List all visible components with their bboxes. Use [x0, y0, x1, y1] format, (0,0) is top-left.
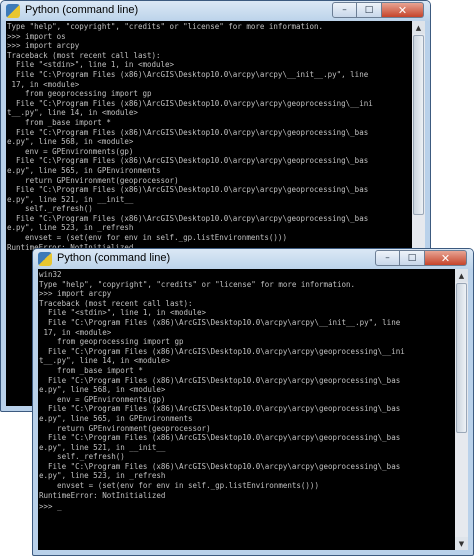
minimize-button[interactable]: –	[332, 2, 357, 18]
console-line: File "C:\Program Files (x86)\ArcGIS\Desk…	[16, 185, 369, 195]
console-output[interactable]: win32 Type "help", "copyright", "credits…	[38, 269, 455, 550]
console-line: from _base import *	[25, 117, 111, 127]
console-line: e.py", line 523, in _refresh	[7, 223, 134, 233]
window-controls: – □ ✕	[375, 250, 467, 266]
input-line[interactable]: >>> _	[38, 501, 455, 513]
prompt: >>>	[39, 502, 58, 512]
console-line: win32	[39, 270, 62, 279]
console-line: File "C:\Program Files (x86)\ArcGIS\Desk…	[48, 433, 401, 443]
close-button[interactable]: ✕	[382, 2, 424, 18]
console-line: Type "help", "copyright", "credits" or "…	[7, 22, 324, 31]
console-line: envset = (set(env for env in self._gp.li…	[25, 233, 287, 243]
console-line: File "C:\Program Files (x86)\ArcGIS\Desk…	[16, 98, 373, 108]
console-line: from geoprocessing import gp	[25, 89, 152, 99]
maximize-button[interactable]: □	[357, 2, 382, 18]
console-line: return GPEnvironment(geoprocessor)	[57, 423, 211, 433]
console-line: File "C:\Program Files (x86)\ArcGIS\Desk…	[16, 69, 369, 79]
console-line: File "C:\Program Files (x86)\ArcGIS\Desk…	[48, 375, 401, 385]
console-line: from geoprocessing import gp	[57, 337, 184, 347]
console-line: return GPEnvironment(geoprocessor)	[25, 175, 179, 185]
python-icon	[38, 252, 52, 266]
console-line: e.py", line 565, in GPEnvironments	[39, 413, 193, 423]
console-line: e.py", line 568, in <module>	[7, 137, 134, 147]
window-title: Python (command line)	[25, 4, 139, 16]
title-bar[interactable]: Python (command line) – □ ✕	[33, 249, 473, 269]
minimize-button[interactable]: –	[375, 250, 400, 266]
console-line: envset = (set(env for env in self._gp.li…	[57, 481, 319, 491]
close-button[interactable]: ✕	[425, 250, 467, 266]
console-line: File "C:\Program Files (x86)\ArcGIS\Desk…	[16, 156, 369, 166]
scroll-up-arrow-icon[interactable]: ▲	[455, 269, 468, 282]
console-line: e.py", line 568, in <module>	[39, 385, 166, 395]
vertical-scrollbar[interactable]: ▲ ▼	[455, 269, 468, 550]
maximize-button[interactable]: □	[400, 250, 425, 266]
console-line: self._refresh()	[25, 204, 93, 214]
console-line: Traceback (most recent call last):	[39, 298, 193, 308]
console-text: Type "help", "copyright", "credits" or "…	[6, 21, 412, 253]
console-line: self._refresh()	[57, 452, 125, 462]
console-line: File "<stdin>", line 1, in <module>	[16, 60, 175, 70]
scroll-down-arrow-icon[interactable]: ▼	[455, 537, 468, 550]
console-line: File "C:\Program Files (x86)\ArcGIS\Desk…	[48, 404, 401, 414]
console-line: Traceback (most recent call last):	[7, 50, 161, 60]
console-line: >>> import arcpy	[7, 41, 80, 51]
console-line: env = GPEnvironments(gp)	[25, 146, 134, 156]
console-line: e.py", line 521, in __init__	[7, 194, 134, 204]
console-line: File "<stdin>", line 1, in <module>	[48, 308, 207, 318]
console-line: 17, in <module>	[11, 79, 80, 89]
console-line: e.py", line 565, in GPEnvironments	[7, 165, 161, 175]
console-line: RuntimeError: NotInitialized	[39, 490, 166, 500]
title-bar[interactable]: Python (command line) – □ ✕	[1, 1, 430, 21]
console-line: >>> import os	[7, 31, 66, 41]
console-line: e.py", line 523, in _refresh	[39, 471, 166, 481]
scrollbar-thumb[interactable]	[456, 283, 467, 433]
console-line: t__.py", line 14, in <module>	[7, 108, 138, 118]
console-line: File "C:\Program Files (x86)\ArcGIS\Desk…	[48, 461, 401, 471]
console-line: 17, in <module>	[43, 327, 112, 337]
console-line: File "C:\Program Files (x86)\ArcGIS\Desk…	[16, 127, 369, 137]
console-line: env = GPEnvironments(gp)	[57, 394, 166, 404]
scrollbar-thumb[interactable]	[413, 35, 424, 215]
console-line: >>> import arcpy	[39, 289, 112, 299]
python-console-window-front[interactable]: Python (command line) – □ ✕ win32 Type "…	[32, 248, 474, 556]
console-line: File "C:\Program Files (x86)\ArcGIS\Desk…	[48, 346, 405, 356]
console-line: File "C:\Program Files (x86)\ArcGIS\Desk…	[16, 213, 369, 223]
python-icon	[6, 4, 20, 18]
scroll-up-arrow-icon[interactable]: ▲	[412, 21, 425, 34]
window-controls: – □ ✕	[332, 2, 424, 18]
console-line: from _base import *	[57, 365, 143, 375]
console-line: e.py", line 521, in __init__	[39, 442, 166, 452]
console-text: win32 Type "help", "copyright", "credits…	[38, 269, 455, 501]
console-line: t__.py", line 14, in <module>	[39, 356, 170, 366]
console-line: File "C:\Program Files (x86)\ArcGIS\Desk…	[48, 317, 401, 327]
window-title: Python (command line)	[57, 252, 171, 264]
text-cursor: _	[57, 502, 62, 512]
console-line: Type "help", "copyright", "credits" or "…	[39, 279, 356, 289]
